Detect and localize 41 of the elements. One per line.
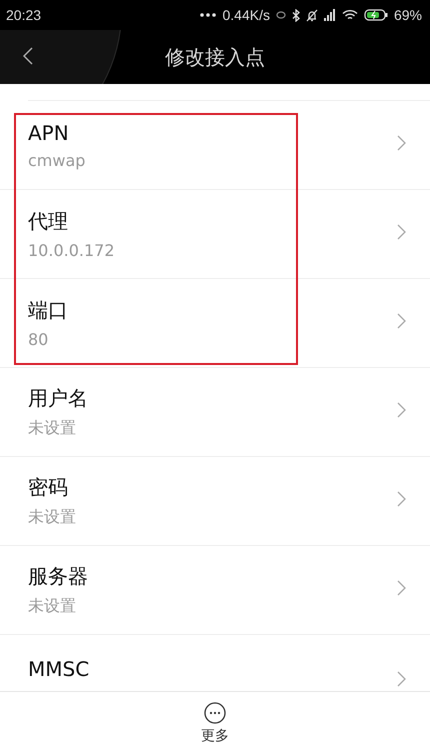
ring-icon xyxy=(276,11,286,19)
setting-label: 用户名 xyxy=(28,385,89,412)
network-speed: 0.44K/s xyxy=(222,7,270,23)
more-icon xyxy=(204,702,226,724)
bluetooth-icon xyxy=(292,8,300,22)
back-icon xyxy=(23,46,33,64)
signal-icon xyxy=(324,9,336,21)
setting-label: MMSC xyxy=(28,657,90,681)
setting-value: 10.0.0.172 xyxy=(28,241,116,260)
setting-value: cmwap xyxy=(28,150,86,170)
chevron-right-icon xyxy=(397,402,406,418)
chevron-right-icon xyxy=(397,491,406,507)
setting-row[interactable]: APN cmwap xyxy=(0,101,430,190)
more-button[interactable]: 更多 xyxy=(201,702,229,745)
battery-percent: 69% xyxy=(394,7,422,23)
setting-row[interactable]: MMSC xyxy=(0,635,430,691)
setting-label: 密码 xyxy=(28,474,69,501)
chevron-right-icon xyxy=(397,135,406,151)
setting-label: 代理 xyxy=(28,208,69,235)
more-dots-icon xyxy=(200,13,216,17)
chevron-right-icon xyxy=(397,580,406,596)
wifi-icon xyxy=(342,9,358,21)
setting-label: 端口 xyxy=(28,297,69,324)
muted-bell-icon xyxy=(306,8,318,22)
setting-value: 未设置 xyxy=(28,507,77,528)
setting-label: 服务器 xyxy=(28,563,89,590)
screen-title: 修改接入点 xyxy=(164,44,266,70)
chevron-right-icon xyxy=(397,671,406,687)
status-time: 20:23 xyxy=(6,7,42,23)
setting-row[interactable]: 服务器 未设置 xyxy=(0,546,430,635)
setting-value: 未设置 xyxy=(28,596,77,617)
setting-value: 80 xyxy=(28,330,50,349)
setting-row[interactable]: 密码 未设置 xyxy=(0,457,430,546)
chevron-right-icon xyxy=(397,224,406,240)
chevron-right-icon xyxy=(397,313,406,329)
setting-row[interactable]: 代理 10.0.0.172 xyxy=(0,190,430,279)
battery-icon xyxy=(364,9,388,21)
setting-row[interactable]: 端口 80 xyxy=(0,279,430,368)
setting-row[interactable]: 用户名 未设置 xyxy=(0,368,430,457)
setting-value: 未设置 xyxy=(28,418,77,439)
setting-label: APN xyxy=(28,120,70,144)
